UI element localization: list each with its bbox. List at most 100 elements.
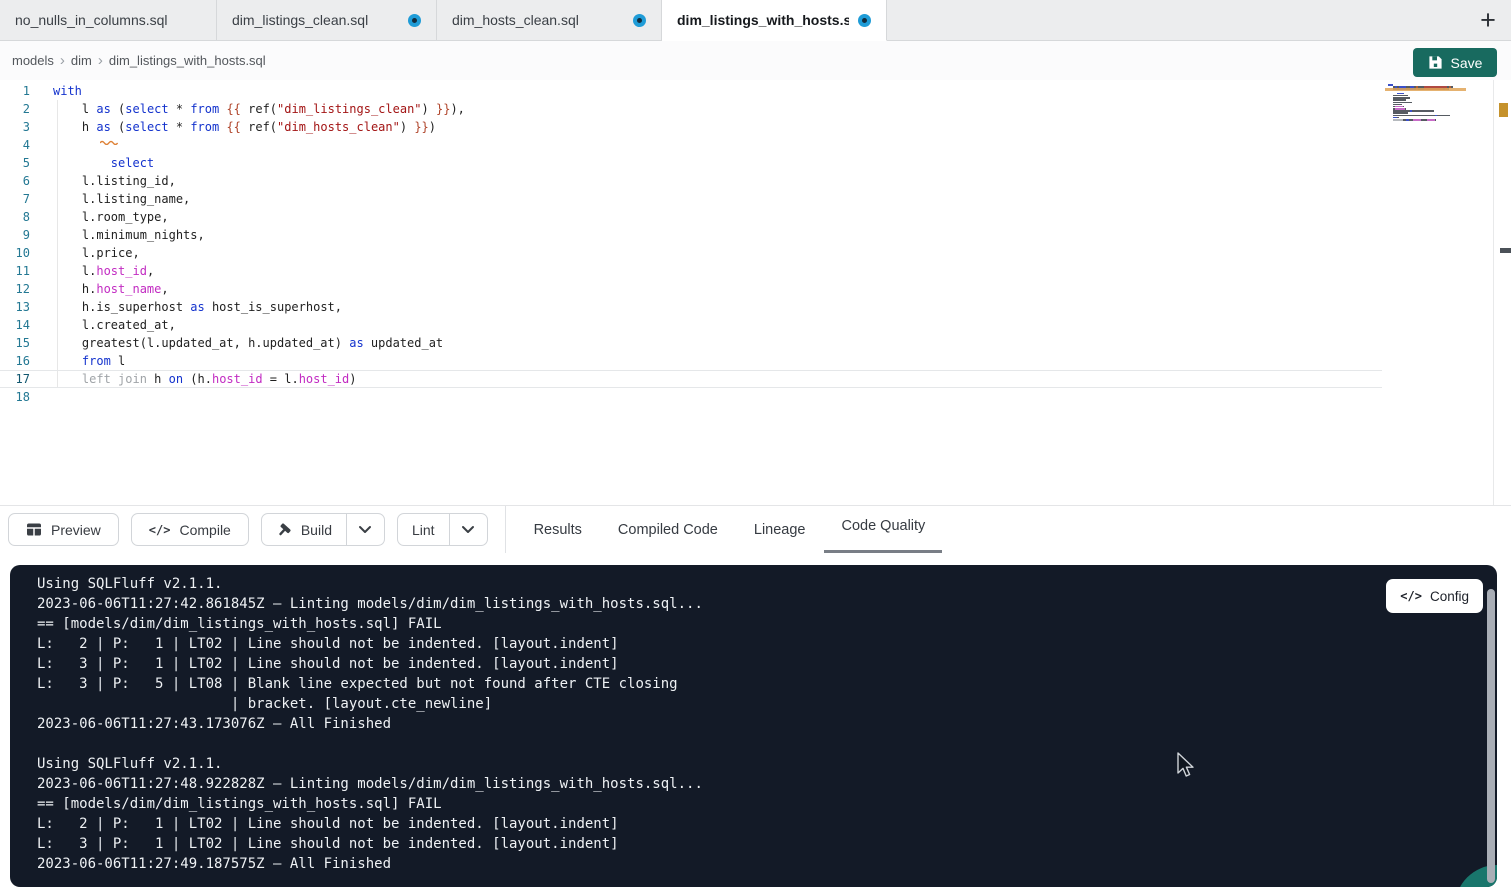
code-line-14[interactable]: 14 l.created_at,	[0, 316, 1382, 334]
line-number: 16	[0, 352, 30, 370]
editor-tab-dim_hosts_clean-sql[interactable]: dim_hosts_clean.sql	[437, 0, 662, 40]
code-editor[interactable]: 1with2 l as (select * from {{ ref("dim_l…	[0, 80, 1511, 505]
line-number: 10	[0, 244, 30, 262]
code-text: l.host_id,	[53, 262, 154, 280]
tab-label: dim_listings_with_hosts.sql	[677, 12, 849, 28]
hammer-icon	[276, 522, 292, 538]
code-line-9[interactable]: 9 l.minimum_nights,	[0, 226, 1382, 244]
open-file-tabs: no_nulls_in_columns.sql dim_listings_clea…	[0, 0, 887, 40]
terminal-scrollbar[interactable]	[1487, 589, 1495, 883]
terminal-line: Using SQLFluff v2.1.1.	[37, 754, 1377, 774]
code-line-2[interactable]: 2 l as (select * from {{ ref("dim_listin…	[0, 100, 1382, 118]
code-line-16[interactable]: 16 from l	[0, 352, 1382, 370]
terminal-line	[37, 734, 1377, 754]
build-dropdown-button[interactable]	[346, 514, 384, 545]
line-number: 6	[0, 172, 30, 190]
build-button[interactable]: Build	[262, 514, 346, 545]
overview-ruler-border	[1493, 80, 1494, 505]
compile-button[interactable]: </> Compile	[131, 513, 249, 546]
code-line-8[interactable]: 8 l.room_type,	[0, 208, 1382, 226]
config-button[interactable]: </> Config	[1386, 579, 1483, 613]
code-text: l.created_at,	[53, 316, 176, 334]
breadcrumb: models›dim›dim_listings_with_hosts.sql	[12, 52, 266, 69]
line-number: 11	[0, 262, 30, 280]
chevron-down-icon	[358, 525, 372, 534]
new-tab-button[interactable]: +	[1465, 0, 1511, 40]
line-number: 2	[0, 100, 30, 118]
terminal-line: 2023-06-06T11:27:48.922828Z – Linting mo…	[37, 774, 1377, 794]
code-line-17[interactable]: 17 left join h on (h.host_id = l.host_id…	[0, 370, 1382, 388]
code-line-7[interactable]: 7 l.listing_name,	[0, 190, 1382, 208]
editor-tab-dim_listings_clean-sql[interactable]: dim_listings_clean.sql	[217, 0, 437, 40]
breadcrumb-segment[interactable]: models	[12, 53, 54, 68]
panel-tab-lineage[interactable]: Lineage	[752, 506, 808, 553]
code-line-18[interactable]: 18	[0, 388, 1382, 406]
editor-tab-no_nulls_in_columns-sql[interactable]: no_nulls_in_columns.sql	[0, 0, 217, 40]
terminal-output: Using SQLFluff v2.1.1.2023-06-06T11:27:4…	[37, 574, 1377, 874]
terminal-line: == [models/dim/dim_listings_with_hosts.s…	[37, 614, 1377, 634]
code-text: left join h on (h.host_id = l.host_id)	[53, 370, 357, 388]
minimap-line	[1388, 121, 1460, 123]
preview-grid-icon	[26, 522, 42, 537]
chevron-down-icon	[461, 525, 475, 534]
breadcrumb-separator-icon: ›	[98, 52, 103, 69]
line-number: 8	[0, 208, 30, 226]
lint-button-label: Lint	[412, 522, 435, 538]
terminal-line: 2023-06-06T11:27:49.187575Z – All Finish…	[37, 854, 1377, 874]
code-text: l.listing_name,	[53, 190, 190, 208]
code-line-4[interactable]: 4	[0, 136, 1382, 154]
line-number: 9	[0, 226, 30, 244]
line-number: 14	[0, 316, 30, 334]
panel-tab-label: Results	[534, 522, 582, 538]
code-line-12[interactable]: 12 h.host_name,	[0, 280, 1382, 298]
save-button[interactable]: Save	[1413, 48, 1497, 77]
lint-dropdown-button[interactable]	[449, 514, 487, 545]
code-text: l.listing_id,	[53, 172, 176, 190]
code-text: h.host_name,	[53, 280, 169, 298]
code-text: h.is_superhost as host_is_superhost,	[53, 298, 342, 316]
toolbar-divider	[505, 506, 506, 553]
panel-toolbar: Preview </> Compile Build	[0, 505, 1511, 553]
preview-button-label: Preview	[51, 522, 101, 538]
code-line-1[interactable]: 1with	[0, 82, 1382, 100]
panel-tab-compiled-code[interactable]: Compiled Code	[616, 506, 720, 553]
panel-tab-code-quality[interactable]: Code Quality	[839, 506, 927, 553]
code-line-6[interactable]: 6 l.listing_id,	[0, 172, 1382, 190]
line-number: 15	[0, 334, 30, 352]
code-brackets-icon: </>	[1400, 589, 1422, 603]
terminal-line: L: 2 | P: 1 | LT02 | Line should not be …	[37, 634, 1377, 654]
code-text: l.price,	[53, 244, 140, 262]
code-text: select	[53, 154, 154, 172]
lint-button[interactable]: Lint	[398, 514, 449, 545]
tab-label: no_nulls_in_columns.sql	[15, 12, 168, 28]
line-number: 1	[0, 82, 30, 100]
terminal-line: == [models/dim/dim_listings_with_hosts.s…	[37, 794, 1377, 814]
tab-label: dim_listings_clean.sql	[232, 12, 368, 28]
code-line-15[interactable]: 15 greatest(l.updated_at, h.updated_at) …	[0, 334, 1382, 352]
code-line-13[interactable]: 13 h.is_superhost as host_is_superhost,	[0, 298, 1382, 316]
code-line-5[interactable]: 5 select	[0, 154, 1382, 172]
overview-ruler-position-marker[interactable]	[1500, 248, 1511, 253]
breadcrumb-bar: models›dim›dim_listings_with_hosts.sql	[0, 41, 1511, 80]
breadcrumb-segment[interactable]: dim_listings_with_hosts.sql	[109, 53, 266, 68]
breadcrumb-segment[interactable]: dim	[71, 53, 92, 68]
compile-button-label: Compile	[179, 522, 230, 538]
modified-dot-icon	[858, 14, 871, 27]
overview-ruler-warning-marker	[1499, 103, 1508, 117]
config-button-label: Config	[1430, 589, 1469, 604]
code-line-11[interactable]: 11 l.host_id,	[0, 262, 1382, 280]
save-button-label: Save	[1451, 55, 1483, 71]
preview-button[interactable]: Preview	[8, 513, 119, 546]
panel-tab-results[interactable]: Results	[532, 506, 584, 553]
minimap-warning-highlight	[1385, 88, 1466, 91]
modified-dot-icon	[408, 14, 421, 27]
minimap[interactable]	[1388, 84, 1460, 123]
build-split-button: Build	[261, 513, 385, 546]
code-line-3[interactable]: 3 h as (select * from {{ ref("dim_hosts_…	[0, 118, 1382, 136]
lint-output-terminal[interactable]: Using SQLFluff v2.1.1.2023-06-06T11:27:4…	[10, 565, 1497, 887]
line-number: 12	[0, 280, 30, 298]
code-lines: 1with2 l as (select * from {{ ref("dim_l…	[0, 82, 1382, 406]
code-line-10[interactable]: 10 l.price,	[0, 244, 1382, 262]
editor-tab-dim_listings_with_hosts-sql[interactable]: dim_listings_with_hosts.sql	[662, 0, 887, 41]
line-number: 3	[0, 118, 30, 136]
